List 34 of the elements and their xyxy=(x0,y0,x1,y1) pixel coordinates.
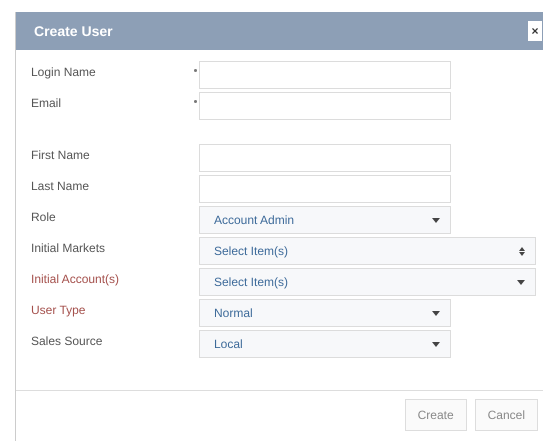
caret-icon xyxy=(432,218,440,222)
field-label: User Type xyxy=(31,302,86,319)
field-label: First Name xyxy=(31,147,91,164)
text-field[interactable] xyxy=(199,92,451,120)
dropdown-value: Local xyxy=(214,336,243,353)
field-label: Role xyxy=(31,209,57,226)
text-field[interactable] xyxy=(199,175,451,203)
required-marker xyxy=(194,100,196,103)
caret-icon xyxy=(432,342,440,346)
dropdown-value: Select Item(s) xyxy=(214,274,288,291)
multi-select-field[interactable]: Select Item(s) xyxy=(199,237,536,265)
close-button[interactable]: × xyxy=(528,21,542,41)
multi-select-field[interactable]: Select Item(s) xyxy=(199,268,536,296)
dropdown[interactable]: Normal xyxy=(199,299,451,327)
field-label: Initial Account(s) xyxy=(31,271,120,288)
create-button[interactable]: Create xyxy=(404,399,467,431)
cancel-button[interactable]: Cancel xyxy=(474,399,538,431)
dropdown-value: Normal xyxy=(214,305,253,322)
text-field[interactable] xyxy=(199,144,451,172)
dialog-title: Create User xyxy=(34,22,113,40)
field-label: Initial Markets xyxy=(31,240,106,257)
field-label: Email xyxy=(31,95,62,112)
caret-icon xyxy=(517,280,525,284)
field-label: Sales Source xyxy=(31,333,104,350)
dropdown-value: Account Admin xyxy=(214,212,294,229)
dropdown[interactable]: Local xyxy=(199,330,451,358)
text-field[interactable] xyxy=(199,61,451,89)
dropdown-value: Select Item(s) xyxy=(214,243,288,260)
required-marker xyxy=(194,69,196,72)
sort-arrows-icon xyxy=(519,246,525,256)
dropdown[interactable]: Account Admin xyxy=(199,206,451,234)
field-label: Last Name xyxy=(31,178,90,195)
caret-icon xyxy=(432,310,440,316)
field-label: Login Name xyxy=(31,64,97,81)
